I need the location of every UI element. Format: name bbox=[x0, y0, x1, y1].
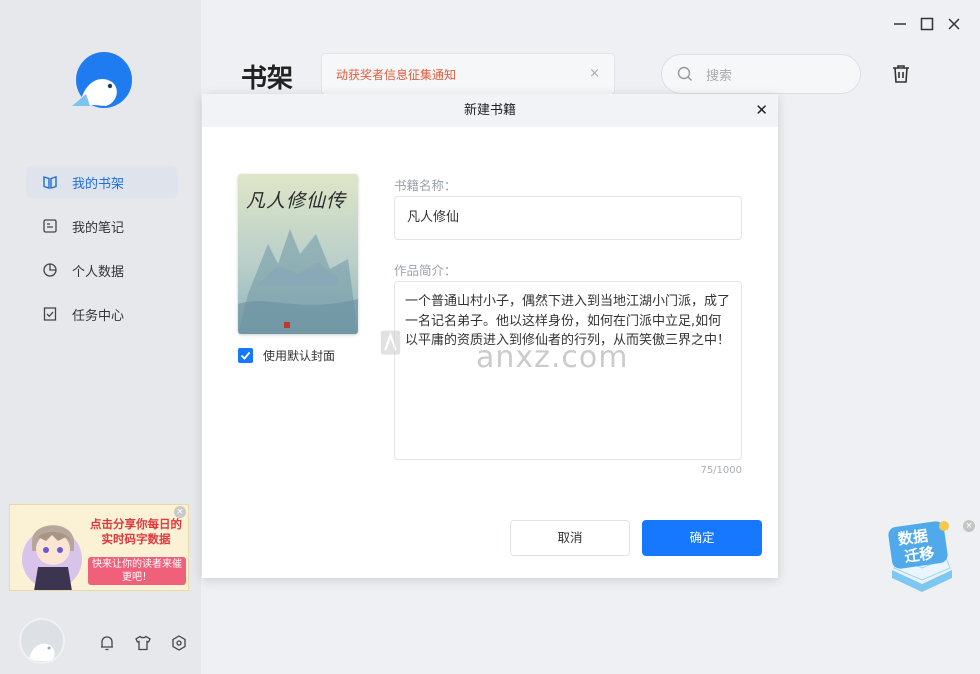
bell-icon[interactable] bbox=[98, 634, 116, 652]
trash-icon[interactable] bbox=[890, 63, 912, 85]
ad-close-icon[interactable]: × bbox=[174, 506, 186, 518]
sidebar-item-label: 任务中心 bbox=[72, 308, 125, 324]
task-icon bbox=[42, 306, 58, 322]
app-logo-icon bbox=[72, 52, 132, 108]
notes-icon bbox=[42, 218, 58, 234]
default-avatar-icon bbox=[29, 643, 55, 662]
sidebar-item-task-center[interactable]: 任务中心 bbox=[26, 298, 178, 330]
sidebar-item-label: 我的笔记 bbox=[72, 220, 125, 236]
page-title: 书架 bbox=[241, 64, 294, 94]
sidebar-item-notes[interactable]: 我的笔记 bbox=[26, 210, 178, 242]
ad-cta-button[interactable]: 快来让你的读者来催更吧！ bbox=[88, 557, 186, 585]
notice-close-icon[interactable]: × bbox=[589, 66, 600, 81]
data-migrate-badge[interactable]: 数据 迁移 bbox=[884, 518, 960, 594]
bookshelf-icon bbox=[42, 174, 58, 190]
maximize-icon[interactable] bbox=[919, 16, 935, 32]
sidebar-item-label: 个人数据 bbox=[72, 264, 125, 280]
sidebar-item-bookshelf[interactable]: 我的书架 bbox=[26, 166, 178, 198]
use-default-cover-checkbox[interactable]: 使用默认封面 bbox=[238, 347, 335, 364]
dialog-header: 新建书籍 ✕ bbox=[202, 94, 778, 127]
new-book-dialog: 新建书籍 ✕ 凡人修仙传 使用默认封面 书籍名称： 凡人修仙 作品简介： 一个普… bbox=[202, 94, 778, 578]
dialog-title: 新建书籍 bbox=[463, 103, 516, 118]
anime-character-illustration bbox=[22, 525, 82, 590]
char-counter: 75/1000 bbox=[700, 465, 742, 476]
book-name-input[interactable]: 凡人修仙 bbox=[394, 196, 742, 240]
pie-chart-icon bbox=[42, 262, 58, 278]
share-ad-banner[interactable]: 点击分享你每日的实时码字数据 快来让你的读者来催更吧！ × bbox=[9, 504, 189, 591]
dialog-close-icon[interactable]: ✕ bbox=[755, 94, 768, 127]
avatar[interactable] bbox=[19, 618, 65, 664]
sidebar-item-label: 我的书架 bbox=[72, 176, 125, 192]
checkbox-checked-icon[interactable] bbox=[238, 348, 253, 363]
shirt-icon[interactable] bbox=[134, 634, 152, 652]
migrate-close-icon[interactable]: × bbox=[963, 520, 975, 532]
search-icon bbox=[677, 66, 692, 81]
book-name-label: 书籍名称： bbox=[394, 178, 457, 193]
use-default-cover-label: 使用默认封面 bbox=[263, 349, 336, 363]
search-placeholder: 搜索 bbox=[706, 68, 733, 84]
sidebar-item-personal-data[interactable]: 个人数据 bbox=[26, 254, 178, 286]
confirm-button[interactable]: 确定 bbox=[642, 520, 762, 556]
notice-bar[interactable]: 动获奖者信息征集通知 × bbox=[321, 53, 615, 95]
ad-headline: 点击分享你每日的实时码字数据 bbox=[90, 517, 182, 546]
notice-text[interactable]: 动获奖者信息征集通知 bbox=[336, 66, 456, 83]
sidebar: 我的书架 我的笔记 个人数据 任务中心 点击分享你每日的实时码字数据 快来让你的… bbox=[0, 0, 201, 674]
settings-hex-icon[interactable] bbox=[170, 634, 188, 652]
cover-title: 凡人修仙传 bbox=[246, 190, 347, 212]
intro-textarea[interactable]: 一个普通山村小子，偶然下进入到当地江湖小门派，成了一名记名弟子。他以这样身份，如… bbox=[394, 281, 742, 460]
close-window-icon[interactable] bbox=[946, 16, 962, 32]
cancel-button[interactable]: 取消 bbox=[510, 520, 630, 556]
minimize-icon[interactable] bbox=[892, 16, 908, 32]
intro-label: 作品简介： bbox=[394, 263, 457, 278]
book-cover[interactable]: 凡人修仙传 bbox=[238, 174, 358, 334]
search-input[interactable]: 搜索 bbox=[661, 54, 861, 94]
